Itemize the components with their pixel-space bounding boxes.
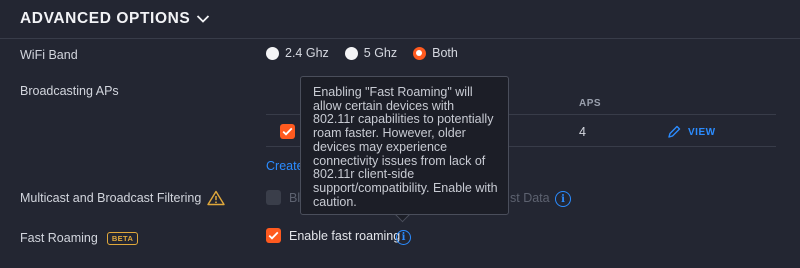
fast-roaming-info-icon[interactable]: i <box>396 230 411 245</box>
aps-count: 4 <box>579 125 586 139</box>
multicast-checkbox[interactable] <box>266 190 281 205</box>
radio-option-5ghz[interactable]: 5 Ghz <box>344 46 398 60</box>
beta-badge: BETA <box>106 231 139 245</box>
wifi-band-radio-group: 2.4 Ghz 5 Ghz Both <box>266 46 466 60</box>
chevron-down-icon <box>197 15 210 23</box>
fast-roaming-label: Fast Roaming <box>20 231 98 245</box>
radio-2-4ghz[interactable] <box>266 46 279 60</box>
multicast-info-icon[interactable]: i <box>555 191 571 207</box>
multicast-filtering-label: Multicast and Broadcast Filtering <box>20 191 202 205</box>
ap-group-checkbox[interactable] <box>280 124 295 139</box>
check-icon <box>282 127 293 136</box>
radio-5ghz[interactable] <box>344 46 358 60</box>
fast-roaming-checkbox[interactable] <box>266 228 281 243</box>
view-aps-button[interactable]: VIEW <box>666 124 716 140</box>
multicast-option-label-end: st Data <box>510 191 550 205</box>
radio-option-2-4ghz[interactable]: 2.4 Ghz <box>266 46 329 60</box>
multicast-option-label-start: Bl <box>289 191 301 205</box>
fast-roaming-label-row: Fast Roaming BETA <box>20 231 139 245</box>
broadcasting-aps-label: Broadcasting APs <box>20 84 119 98</box>
radio-label-both: Both <box>432 46 458 60</box>
advanced-options-header[interactable]: ADVANCED OPTIONS <box>20 10 210 28</box>
pencil-icon <box>668 125 681 138</box>
check-icon <box>268 231 279 240</box>
section-title: ADVANCED OPTIONS <box>20 10 191 27</box>
radio-option-both[interactable]: Both <box>413 46 458 60</box>
fast-roaming-option[interactable]: Enable fast roaming <box>266 228 400 243</box>
header-divider <box>0 38 800 39</box>
fast-roaming-checkbox-label: Enable fast roaming <box>289 228 401 243</box>
radio-both[interactable] <box>413 46 427 60</box>
radio-label-2-4ghz: 2.4 Ghz <box>285 46 329 60</box>
radio-label-5ghz: 5 Ghz <box>363 46 398 60</box>
wifi-band-label: WiFi Band <box>20 48 78 62</box>
multicast-filtering-label-row: Multicast and Broadcast Filtering <box>20 190 226 206</box>
aps-column-header: APS <box>579 98 602 109</box>
fast-roaming-tooltip: Enabling "Fast Roaming" will allow certa… <box>300 76 509 215</box>
view-label: VIEW <box>688 126 716 138</box>
warning-icon <box>207 190 226 206</box>
create-link[interactable]: Create <box>266 159 304 173</box>
